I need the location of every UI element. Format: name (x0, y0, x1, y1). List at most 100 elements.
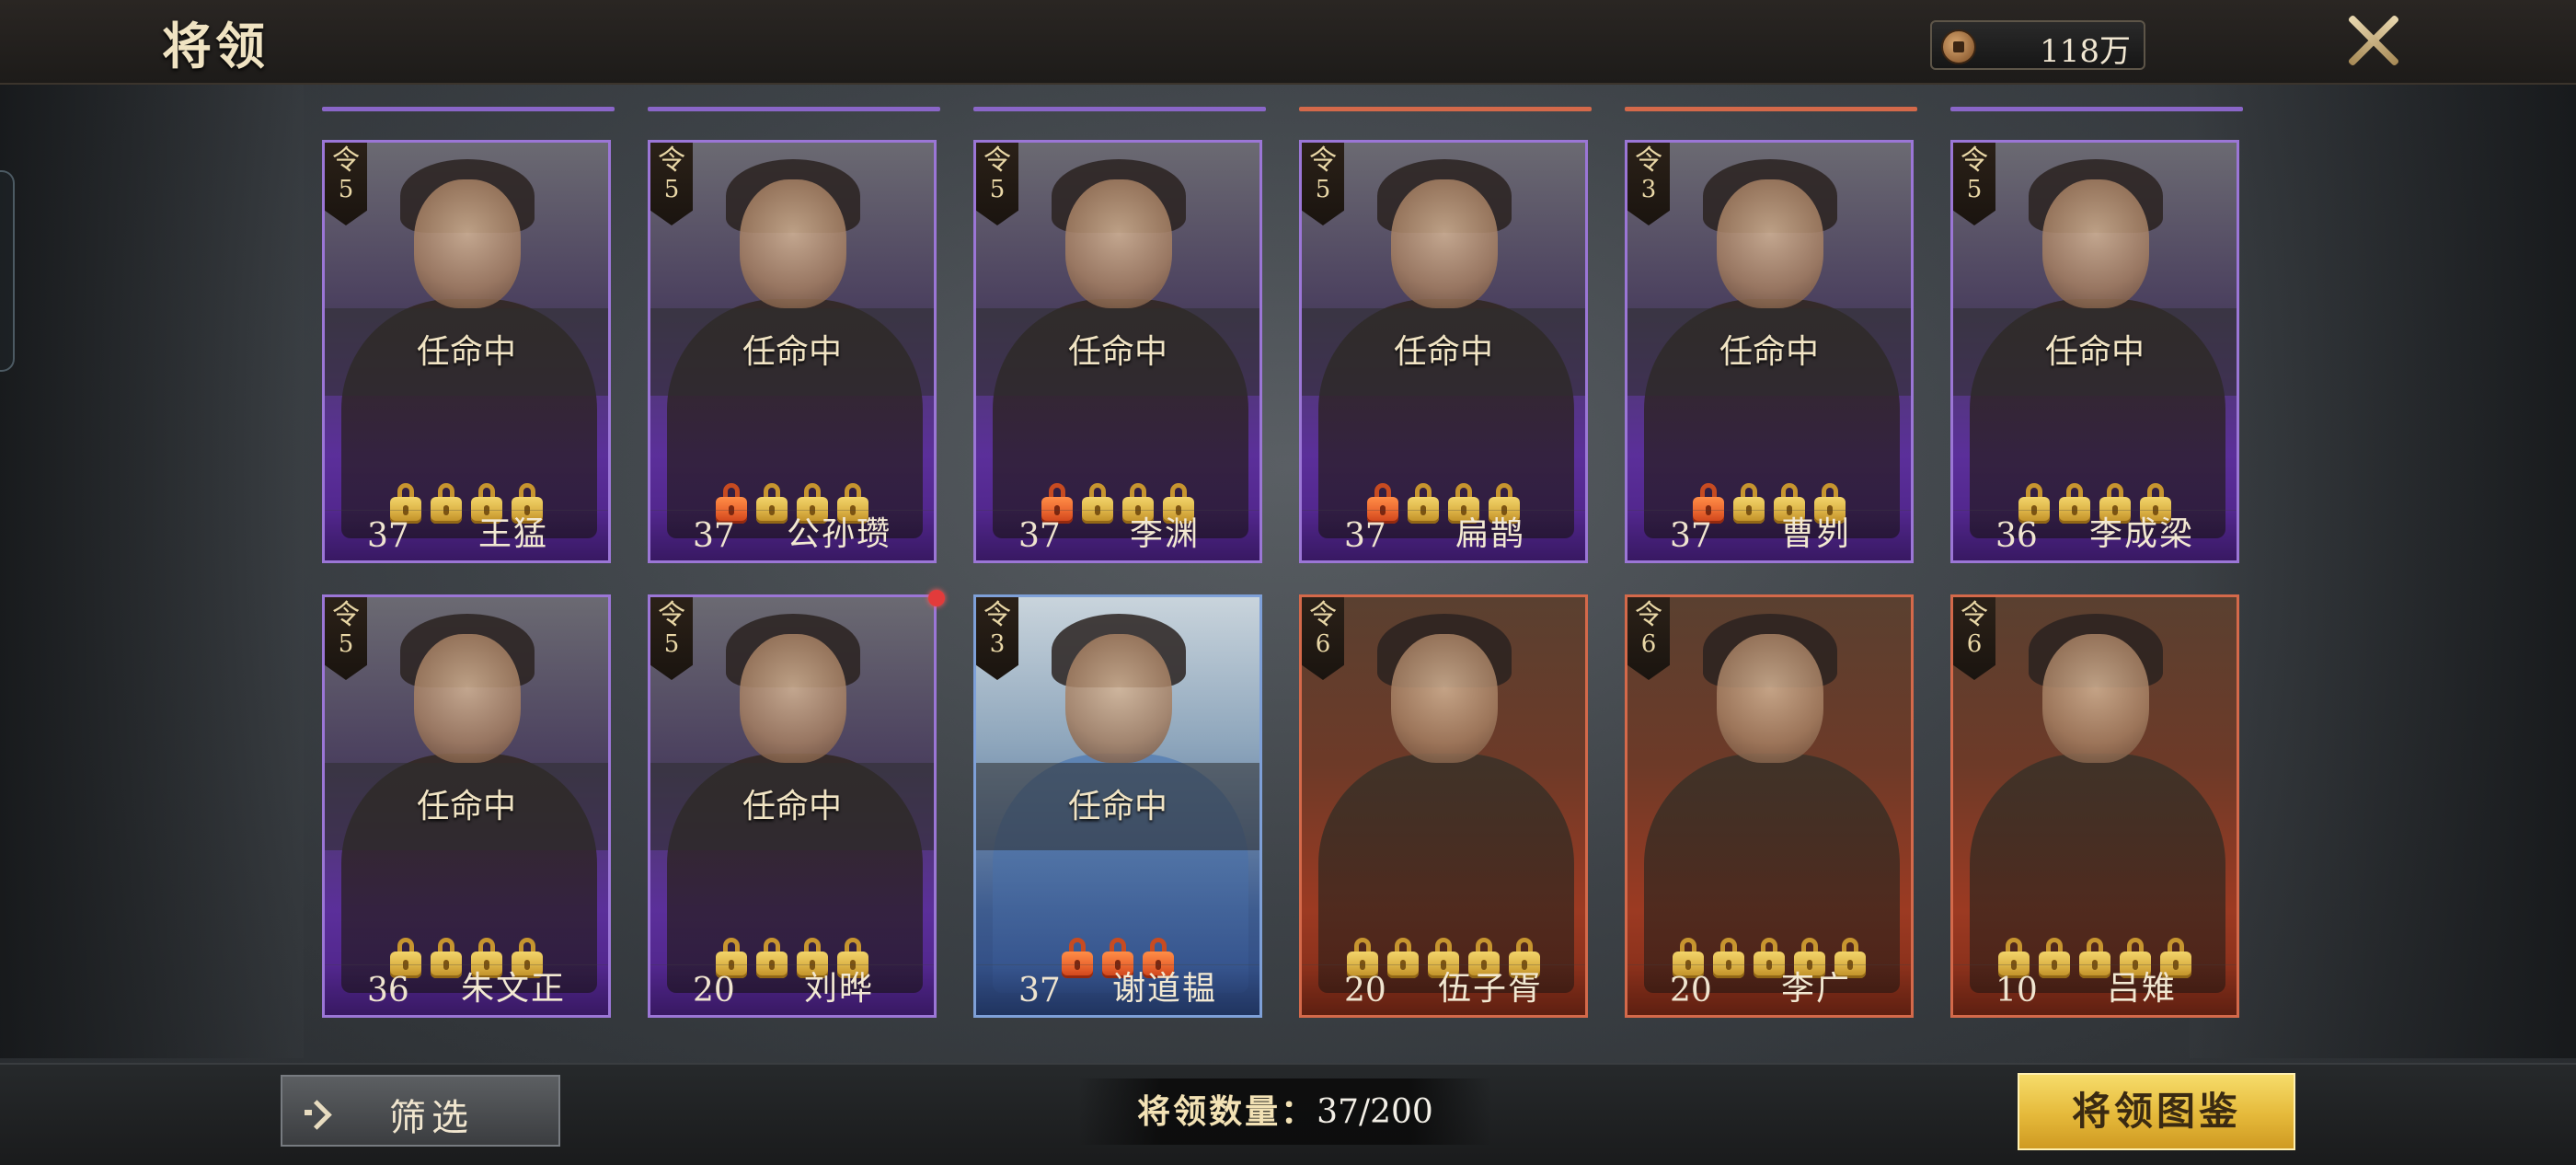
portrait-face (1065, 634, 1172, 763)
general-level: 36 (1995, 517, 2038, 555)
command-rank-label: 令 (1961, 144, 1988, 177)
command-rank-label: 令 (1961, 599, 1988, 631)
filter-label: 筛选 (389, 1097, 474, 1139)
general-card[interactable]: 令 6 20 伍子胥 (1299, 594, 1588, 1018)
command-rank-badge: 令5 (325, 597, 367, 680)
card-edge (1299, 107, 1592, 111)
card-edge (1625, 107, 1917, 111)
command-rank-badge: 令5 (650, 143, 693, 225)
command-rank-label: 令 (658, 599, 685, 631)
general-level: 37 (1018, 517, 1061, 555)
general-card[interactable]: 令 5 任命中 37 王猛 (322, 140, 611, 563)
appointed-status: 任命中 (650, 308, 934, 396)
command-rank-value: 3 (989, 630, 1006, 658)
top-bar: 将领 118万 (0, 0, 2576, 85)
general-count: 将领数量：37/200 (1078, 1078, 1492, 1145)
side-drawer-tab[interactable] (0, 170, 15, 372)
command-rank-label: 令 (1309, 144, 1337, 177)
general-card[interactable]: 令 5 任命中 37 扁鹊 (1299, 140, 1588, 563)
general-level: 37 (1018, 972, 1061, 1009)
command-rank-label: 令 (1635, 144, 1662, 177)
general-name: 伍子胥 (1437, 970, 1543, 1008)
general-level: 37 (1344, 517, 1386, 555)
currency-display: 118万 (1930, 20, 2145, 70)
command-rank-label: 令 (658, 144, 685, 177)
currency-value: 118万 (2040, 33, 2131, 70)
appointed-status: 任命中 (1302, 308, 1585, 396)
portrait-face (740, 179, 846, 308)
command-rank-badge: 令6 (1302, 597, 1344, 680)
background-left-shade (0, 83, 304, 1058)
command-rank-value: 5 (663, 176, 680, 203)
general-card[interactable]: 令 5 任命中 37 公孙瓒 (648, 140, 937, 563)
command-rank-badge: 令3 (976, 597, 1018, 680)
general-card[interactable]: 令 5 任命中 36 朱文正 (322, 594, 611, 1018)
general-level: 37 (367, 517, 409, 555)
general-name: 刘晔 (803, 970, 874, 1008)
general-level: 20 (1344, 972, 1386, 1009)
general-level: 20 (693, 972, 735, 1009)
general-name: 谢道韫 (1111, 970, 1217, 1008)
appointed-status: 任命中 (976, 763, 1259, 850)
portrait-face (740, 634, 846, 763)
notification-dot (928, 590, 945, 606)
general-codex-button[interactable]: 将领图鉴 (2018, 1073, 2295, 1150)
appointed-status: 任命中 (1953, 308, 2237, 396)
portrait-face (1391, 634, 1498, 763)
page-title: 将领 (162, 17, 269, 75)
appointed-status: 任命中 (976, 308, 1259, 396)
command-rank-value: 5 (338, 630, 354, 658)
general-name: 扁鹊 (1455, 515, 1525, 553)
command-rank-badge: 令5 (976, 143, 1018, 225)
command-rank-value: 5 (663, 630, 680, 658)
general-card-grid: 令 5 任命中 37 王猛令 5 任命中 37 公孙瓒令 5 任命中 37 李渊令 5 任命中 37 扁鹊令 3 任… (322, 101, 2245, 1049)
command-rank-value: 6 (1315, 630, 1331, 658)
coin-icon (1941, 29, 1976, 64)
general-level: 37 (693, 517, 735, 555)
general-level: 37 (1670, 517, 1712, 555)
general-level: 20 (1670, 972, 1712, 1009)
appointed-status: 任命中 (325, 763, 608, 850)
general-count-value: 37/200 (1317, 1093, 1433, 1131)
general-name: 吕雉 (2106, 970, 2177, 1008)
command-rank-value: 5 (338, 176, 354, 203)
portrait-face (1391, 179, 1498, 308)
command-rank-label: 令 (332, 144, 360, 177)
general-name: 曹刿 (1780, 515, 1851, 553)
background-right-shade (2190, 83, 2576, 1058)
portrait-face (414, 179, 521, 308)
filter-arrow-icon (305, 1097, 338, 1128)
command-rank-value: 3 (1640, 176, 1657, 203)
card-edge (1950, 107, 2243, 111)
general-card[interactable]: 令 5 任命中 37 李渊 (973, 140, 1262, 563)
card-edge (973, 107, 1266, 111)
command-rank-label: 令 (332, 599, 360, 631)
general-card[interactable]: 令 6 10 吕雉 (1950, 594, 2239, 1018)
general-level: 10 (1995, 972, 2038, 1009)
general-name: 朱文正 (460, 970, 566, 1008)
general-level: 36 (367, 972, 409, 1009)
previous-row-edge (322, 101, 2245, 112)
command-rank-badge: 令5 (1302, 143, 1344, 225)
portrait-face (1065, 179, 1172, 308)
general-card[interactable]: 令 3 任命中 37 谢道韫 (973, 594, 1262, 1018)
general-card[interactable]: 令 3 任命中 37 曹刿 (1625, 140, 1914, 563)
general-card[interactable]: 令 6 20 李广 (1625, 594, 1914, 1018)
command-rank-value: 5 (989, 176, 1006, 203)
command-rank-label: 令 (1635, 599, 1662, 631)
portrait-face (2042, 634, 2149, 763)
portrait-face (2042, 179, 2149, 308)
command-rank-value: 6 (1966, 630, 1983, 658)
appointed-status: 任命中 (325, 308, 608, 396)
filter-button[interactable]: 筛选 (281, 1075, 560, 1147)
command-rank-badge: 令5 (1953, 143, 1995, 225)
command-rank-label: 令 (983, 144, 1011, 177)
general-name: 公孙瓒 (786, 515, 891, 553)
command-rank-value: 5 (1315, 176, 1331, 203)
general-card[interactable]: 令 5 任命中 20 刘晔 (648, 594, 937, 1018)
appointed-status: 任命中 (650, 763, 934, 850)
card-edge (648, 107, 940, 111)
general-card[interactable]: 令 5 任命中 36 李成梁 (1950, 140, 2239, 563)
command-rank-value: 5 (1966, 176, 1983, 203)
close-icon[interactable] (2344, 11, 2403, 70)
